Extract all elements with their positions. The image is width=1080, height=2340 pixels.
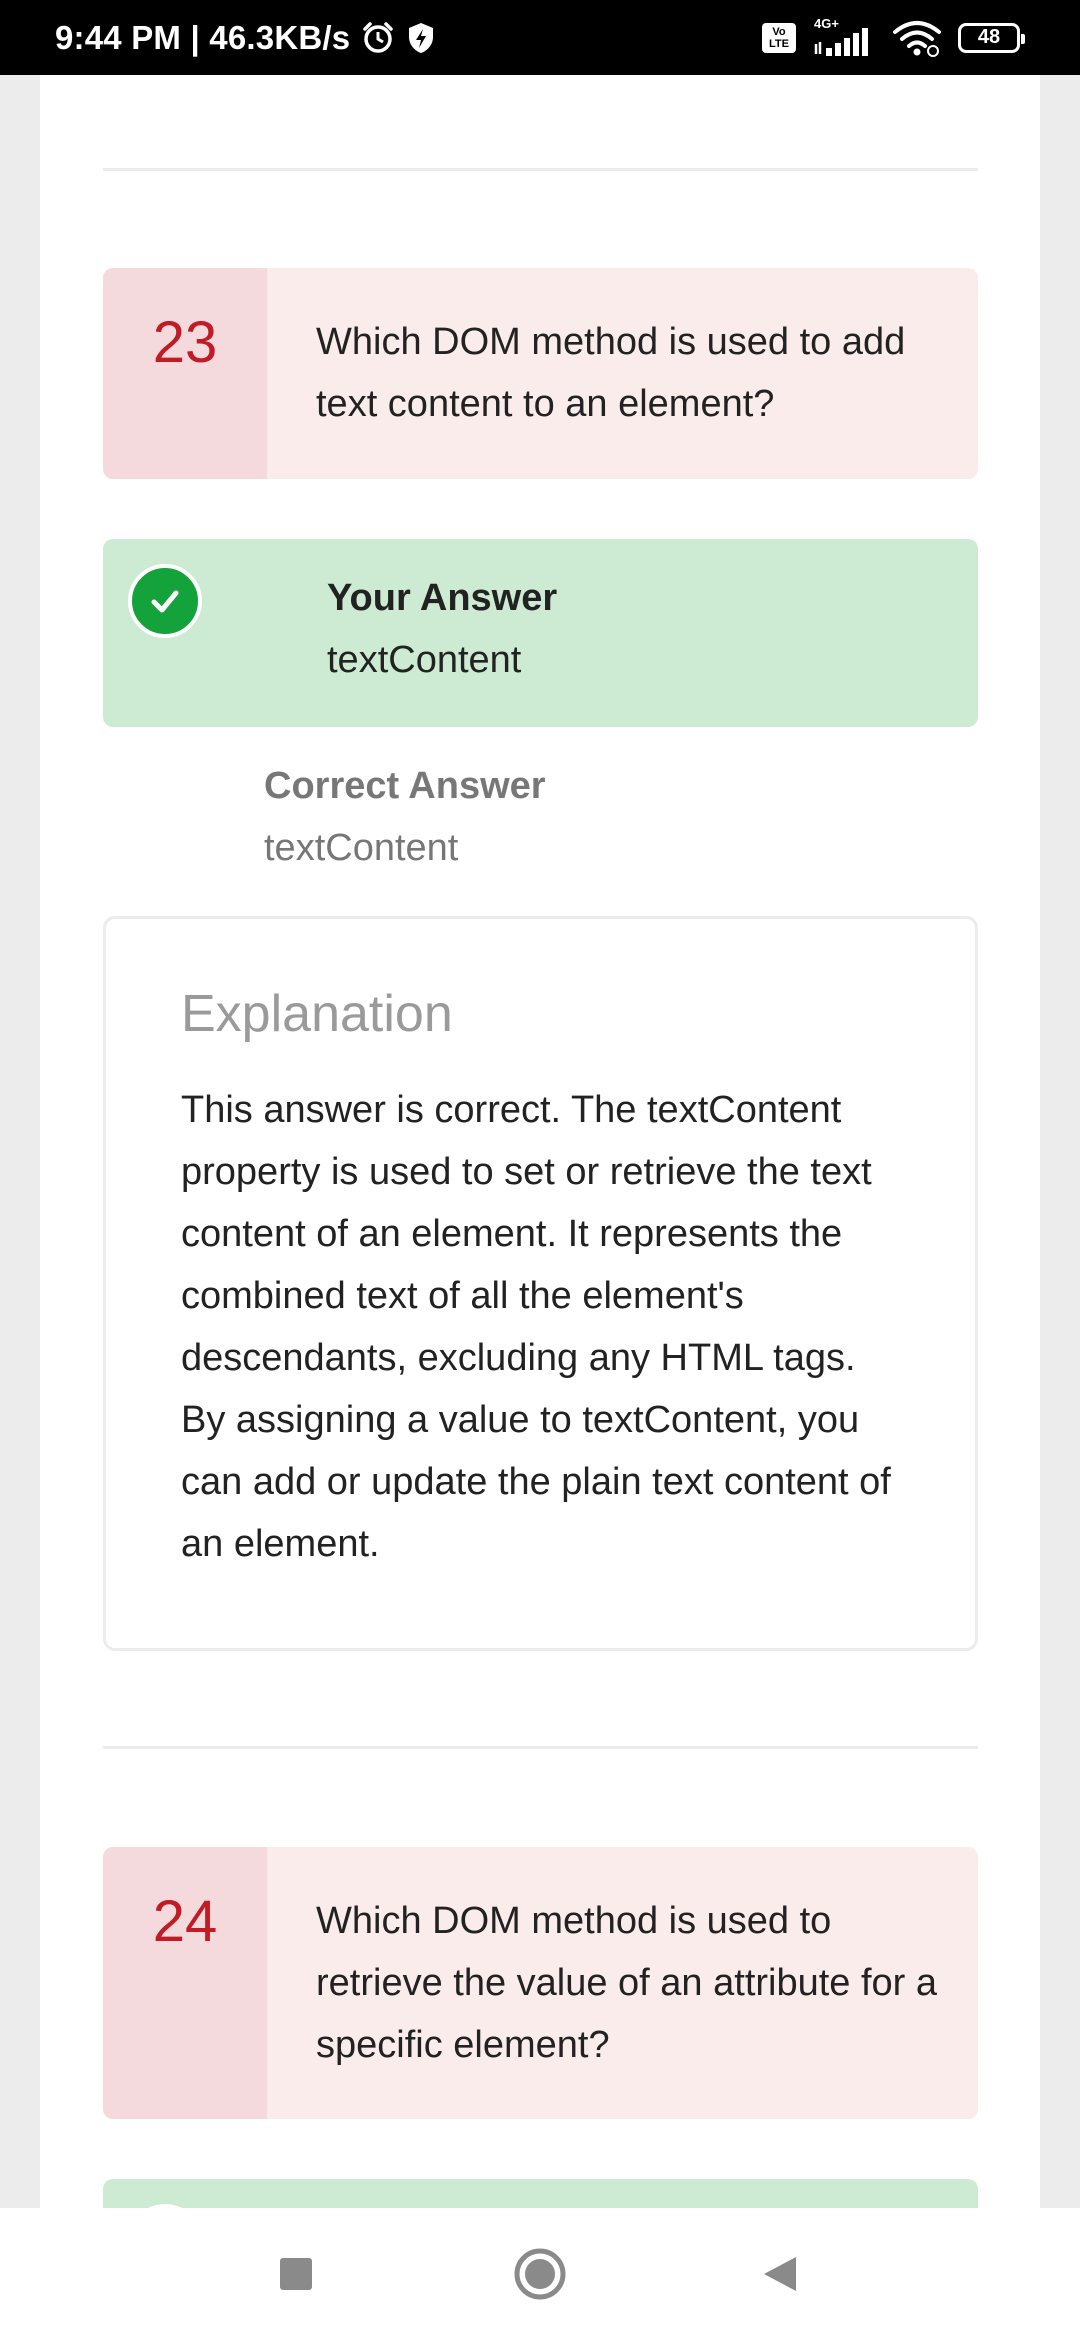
question-text: Which DOM method is used to retrieve the… — [316, 1900, 938, 2066]
time-network-speed: 9:44 PM | 46.3KB/s — [55, 18, 351, 56]
battery-level: 48 — [977, 26, 1001, 48]
question-number: 24 — [152, 1889, 218, 1954]
question-card-23: 23 Which DOM method is used to add text … — [103, 268, 978, 479]
recents-square-icon[interactable] — [256, 2208, 336, 2340]
your-answer-label: Your Answer — [327, 577, 558, 619]
divider-top — [103, 168, 978, 171]
correct-answer-value: textContent — [264, 827, 459, 869]
explanation-card: Explanation This answer is correct. The … — [103, 916, 978, 1651]
divider-middle — [103, 1746, 978, 1749]
alarm-icon — [360, 20, 396, 56]
status-bar: 9:44 PM | 46.3KB/s Vo LTE 4G+ 48 — [0, 0, 1080, 75]
your-answer-card-24-partial — [103, 2179, 978, 2208]
quiz-review-content[interactable]: 23 Which DOM method is used to add text … — [40, 75, 1040, 2208]
signal-icon: 4G+ — [812, 16, 876, 58]
question-card-24: 24 Which DOM method is used to retrieve … — [103, 1847, 978, 2119]
check-icon — [128, 564, 202, 638]
question-text: Which DOM method is used to add text con… — [316, 321, 906, 425]
your-answer-value: textContent — [327, 639, 522, 681]
your-answer-card: Your Answer textContent — [103, 539, 978, 727]
battery-icon: 48 — [958, 22, 1025, 53]
volte-label: Vo LTE — [769, 25, 789, 50]
question-number: 23 — [152, 310, 218, 375]
question-number-column — [103, 1847, 267, 2119]
navigation-bar — [0, 2208, 1080, 2340]
wifi-icon — [892, 18, 942, 58]
correct-answer-label: Correct Answer — [264, 765, 546, 807]
status-left: 9:44 PM | 46.3KB/s — [55, 0, 436, 75]
shield-icon — [406, 21, 436, 55]
volte-icon: Vo LTE — [762, 22, 796, 53]
explanation-title: Explanation — [181, 985, 453, 1043]
home-circle-icon[interactable] — [500, 2208, 580, 2340]
status-right: Vo LTE 4G+ 48 — [762, 0, 1025, 75]
explanation-text: This answer is correct. The textContent … — [181, 1089, 891, 1565]
back-triangle-icon[interactable] — [740, 2208, 820, 2340]
